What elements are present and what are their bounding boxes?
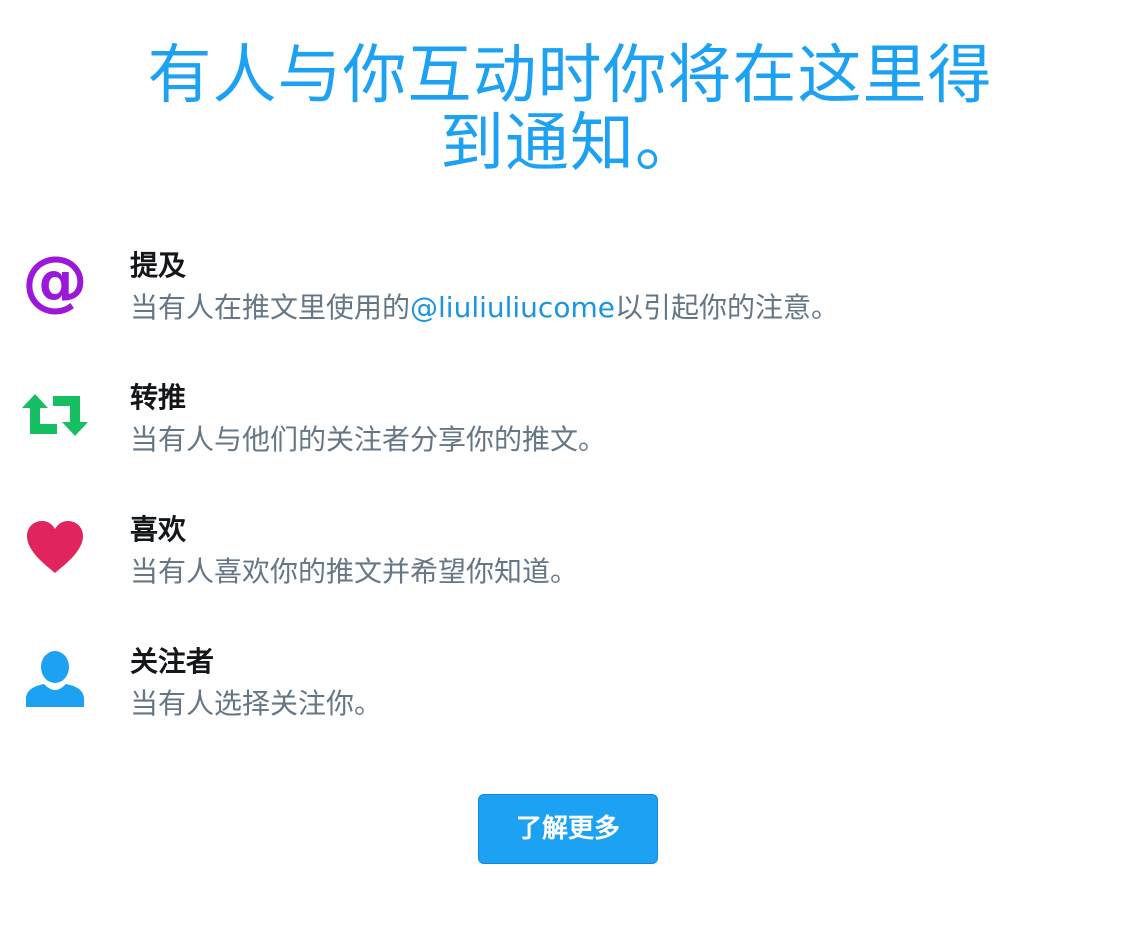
likes-title: 喜欢: [130, 513, 187, 546]
followers-description: 当有人选择关注你。: [130, 687, 383, 720]
mentions-description: 当有人在推文里使用的@liuliuliucome以引起你的注意。: [130, 288, 839, 328]
likes-description: 当有人喜欢你的推文并希望你知道。: [130, 555, 579, 588]
list-item-followers: 关注者 当有人选择关注你。: [0, 636, 1128, 736]
page-title-line-2: 到通知。: [440, 107, 700, 181]
retweets-title: 转推: [130, 381, 187, 414]
list-item-mentions: @ 提及 当有人在推文里使用的@liuliuliucome以引起你的注意。: [0, 240, 1128, 340]
followers-title: 关注者: [130, 645, 215, 678]
mentions-description-text: 当有人在推文里使用的: [130, 291, 411, 324]
list-item-retweets: 转推 当有人与他们的关注者分享你的推文。: [0, 372, 1128, 472]
page-title-line-1: 有人与你互动时你将在这里得: [147, 39, 993, 113]
mentions-description-text-end: 以引起你的注意。: [614, 291, 839, 324]
at-sign-icon: @: [20, 248, 90, 318]
heart-icon: [20, 512, 90, 582]
mentions-title: 提及: [130, 249, 187, 282]
learn-more-button[interactable]: 了解更多: [478, 794, 658, 864]
mention-handle-link[interactable]: @liuliuliucome: [410, 291, 615, 324]
retweets-description: 当有人与他们的关注者分享你的推文。: [130, 423, 607, 456]
svg-text:@: @: [22, 250, 88, 316]
person-icon: [20, 644, 90, 714]
list-item-likes: 喜欢 当有人喜欢你的推文并希望你知道。: [0, 504, 1128, 604]
page-title: 有人与你互动时你将在这里得 到通知。: [100, 42, 1040, 178]
retweet-icon: [20, 380, 90, 450]
